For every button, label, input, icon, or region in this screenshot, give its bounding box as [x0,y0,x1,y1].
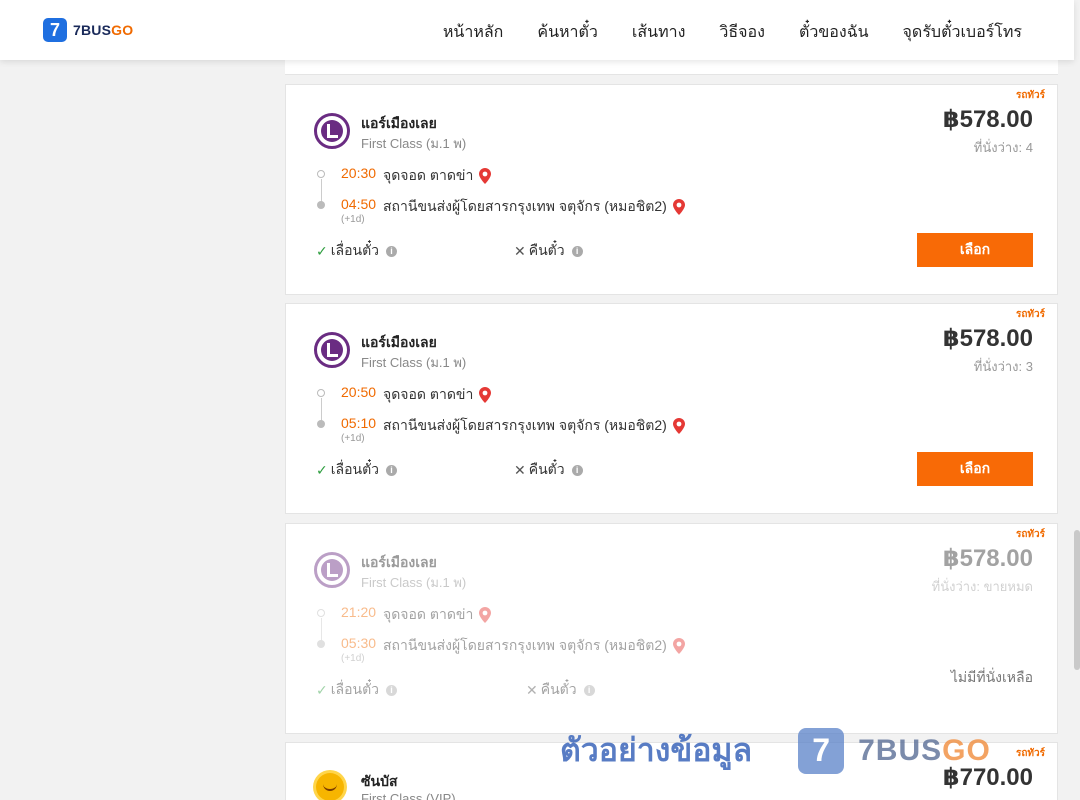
operator-name: แอร์เมืองเลย [361,334,437,350]
info-icon[interactable]: i [386,684,398,696]
timeline-line [321,398,322,421]
refund-ticket-feature: ✕ คืนตั๋ว i [526,679,595,701]
arrival-place: สถานีขนส่งผู้โดยสารกรุงเทพ จตุจักร (หมอช… [383,415,685,437]
operator-logo-icon [314,332,350,368]
arrival-place: สถานีขนส่งผู้โดยสารกรุงเทพ จตุจักร (หมอช… [383,196,685,218]
departure-dot-icon [317,389,325,397]
trip-card: รถทัวร์ แอร์เมืองเลย First Class (ม.1 พ)… [285,84,1058,295]
map-pin-icon[interactable] [479,168,492,184]
info-icon[interactable]: i [386,245,398,257]
nav-ticket-pickup-points[interactable]: จุดรับตั๋วเบอร์โทร [903,20,1022,45]
watermark-brand: 7BUSGO [858,733,991,767]
top-header: 7 7BUSGO หน้าหลัก ค้นหาตั๋ว เส้นทาง วิธี… [0,0,1074,60]
change-ticket-feature: ✓ เลื่อนตั๋ว i [316,679,398,701]
seats-available: ที่นั่งว่าง: 3 [973,359,1033,374]
seats-available: ที่นั่งว่าง: ขายหมด [931,579,1033,594]
operator-name: แอร์เมืองเลย [361,554,437,570]
map-pin-icon[interactable] [672,638,685,654]
map-pin-icon[interactable] [479,607,492,623]
departure-time: 20:50 [341,384,377,400]
refund-ticket-feature: ✕ คืนตั๋ว i [514,240,583,262]
refund-ticket-feature: ✕ คืนตั๋ว i [514,459,583,481]
nav-home[interactable]: หน้าหลัก [443,20,504,45]
ticket-price: ฿578.00 [942,106,1033,133]
cross-icon: ✕ [526,681,538,698]
arrival-dot-icon [317,640,325,648]
bus-type-tag: รถทัวร์ [1015,529,1045,540]
logo-mark: 7 [43,18,67,42]
bus-type-tag: รถทัวร์ [1015,748,1045,759]
nav-how-to-book[interactable]: วิธีจอง [719,20,765,45]
timeline-line [321,618,322,641]
arrival-time: 05:30 [341,635,377,651]
cross-icon: ✕ [514,242,526,259]
info-icon[interactable]: i [386,464,398,476]
select-trip-button[interactable]: เลือก [917,233,1033,267]
select-trip-button[interactable]: เลือก [917,452,1033,486]
operator-name: ซันบัส [361,773,398,789]
change-ticket-feature: ✓ เลื่อนตั๋ว i [316,459,398,481]
map-pin-icon[interactable] [479,387,492,403]
watermark-text: ตัวอย่างข้อมูล [560,732,753,768]
bus-class: First Class (VIP) [361,791,456,800]
main-nav: หน้าหลัก ค้นหาตั๋ว เส้นทาง วิธีจอง ตั๋วข… [443,20,1022,45]
map-pin-icon[interactable] [672,418,685,434]
next-day-indicator: (+1d) [341,433,365,444]
operator-logo-icon [314,113,350,149]
logo-text: 7BUSGO [73,22,134,38]
change-ticket-feature: ✓ เลื่อนตั๋ว i [316,240,398,262]
timeline-line [321,179,322,202]
info-icon[interactable]: i [583,684,595,696]
previous-trip-card [285,60,1058,75]
trip-card: รถทัวร์ แอร์เมืองเลย First Class (ม.1 พ)… [285,303,1058,514]
arrival-time: 05:10 [341,415,377,431]
departure-place: จุดจอด ตาดข่า [383,604,492,626]
bus-class: First Class (ม.1 พ) [361,355,467,370]
seats-available: ที่นั่งว่าง: 4 [973,140,1033,155]
page-scrollbar[interactable] [1074,0,1080,800]
nav-routes[interactable]: เส้นทาง [632,20,686,45]
bus-type-tag: รถทัวร์ [1015,90,1045,101]
operator-logo-icon [314,552,350,588]
arrival-dot-icon [317,201,325,209]
arrival-place: สถานีขนส่งผู้โดยสารกรุงเทพ จตุจักร (หมอช… [383,635,685,657]
operator-sun-logo-icon [316,773,344,800]
ticket-price: ฿578.00 [942,545,1033,572]
cross-icon: ✕ [514,461,526,478]
departure-place: จุดจอด ตาดข่า [383,165,492,187]
bus-class: First Class (ม.1 พ) [361,575,467,590]
departure-time: 21:20 [341,604,377,620]
scrollbar-thumb[interactable] [1074,530,1080,670]
info-icon[interactable]: i [571,245,583,257]
departure-dot-icon [317,170,325,178]
bus-type-tag: รถทัวร์ [1015,309,1045,320]
map-pin-icon[interactable] [672,199,685,215]
operator-name: แอร์เมืองเลย [361,115,437,131]
nav-my-tickets[interactable]: ตั๋วของฉัน [799,20,869,45]
next-day-indicator: (+1d) [341,214,365,225]
departure-place: จุดจอด ตาดข่า [383,384,492,406]
ticket-price: ฿578.00 [942,325,1033,352]
site-logo[interactable]: 7 7BUSGO [43,18,133,42]
bus-class: First Class (ม.1 พ) [361,136,467,151]
nav-search-tickets[interactable]: ค้นหาตั๋ว [537,20,598,45]
departure-dot-icon [317,609,325,617]
departure-time: 20:30 [341,165,377,181]
arrival-time: 04:50 [341,196,377,212]
check-icon: ✓ [316,242,328,259]
info-icon[interactable]: i [571,464,583,476]
watermark-logo-mark: 7 [798,727,845,774]
trip-card-sold-out: รถทัวร์ แอร์เมืองเลย First Class (ม.1 พ)… [285,523,1058,734]
sample-data-watermark: ตัวอย่างข้อมูล 7 7BUSGO [560,725,991,776]
check-icon: ✓ [316,461,328,478]
arrival-dot-icon [317,420,325,428]
check-icon: ✓ [316,681,328,698]
no-seats-left-label: ไม่มีที่นั่งเหลือ [950,669,1033,685]
next-day-indicator: (+1d) [341,653,365,664]
